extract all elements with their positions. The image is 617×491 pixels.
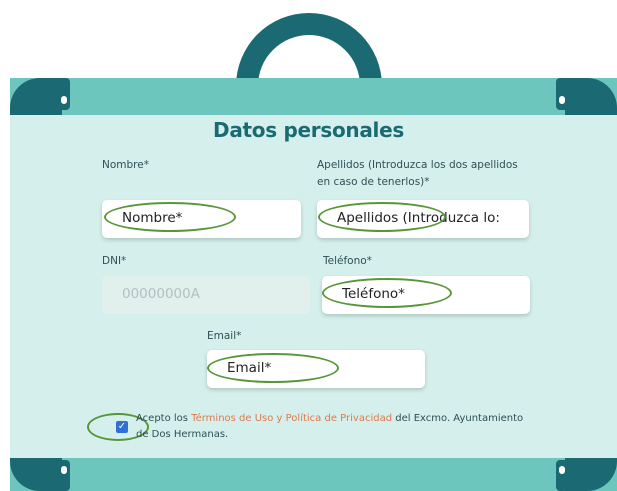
strap-post-bottom-right <box>556 460 568 491</box>
annotation-ellipse-telefono <box>322 278 452 308</box>
page-title: Datos personales <box>213 118 404 142</box>
annotation-ellipse-email <box>207 353 339 383</box>
terms-text: Acepto los Términos de Uso y Política de… <box>136 411 536 443</box>
terms-prefix: Acepto los <box>136 413 192 424</box>
apellidos-label-line1: Apellidos (Introduzca los dos apellidos <box>317 159 518 171</box>
bottom-strip <box>10 458 617 491</box>
strap-post-top-right <box>556 78 568 110</box>
annotation-ellipse-apellidos <box>318 202 446 232</box>
terms-link[interactable]: Términos de Uso y Política de Privacidad <box>191 413 392 424</box>
telefono-label: Teléfono* <box>323 255 372 267</box>
nombre-label: Nombre* <box>102 159 149 171</box>
dni-input[interactable]: 00000000A <box>102 276 310 314</box>
strap-post-top-left <box>58 78 70 110</box>
annotation-ellipse-nombre <box>104 202 236 232</box>
apellidos-label-line2: en caso de tenerlos)* <box>317 176 430 188</box>
dni-label: DNI* <box>102 255 127 267</box>
strap-post-bottom-left <box>58 460 70 491</box>
top-strip <box>10 78 617 115</box>
email-label: Email* <box>207 330 242 342</box>
